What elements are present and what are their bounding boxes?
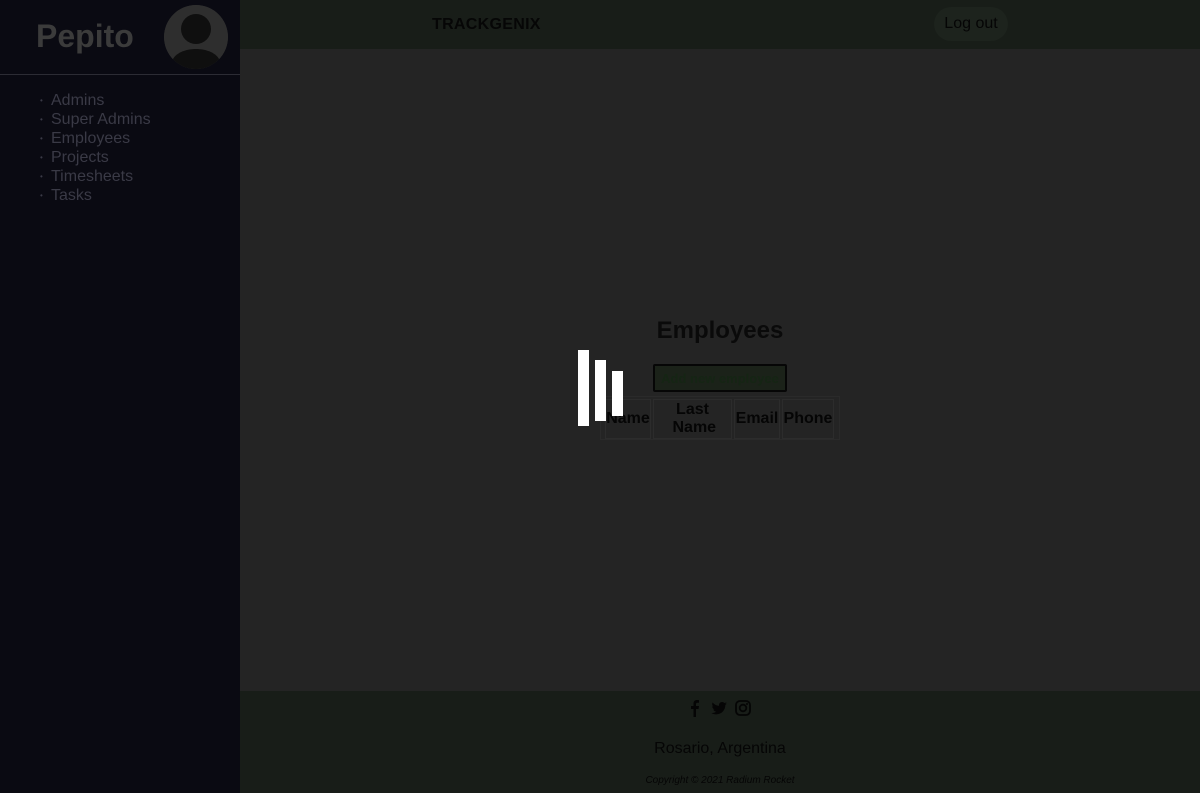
- twitter-icon[interactable]: [711, 699, 727, 717]
- footer: Rosario, Argentina Copyright © 2021 Radi…: [240, 691, 1200, 793]
- page-title: Employees: [656, 317, 784, 344]
- avatar-icon: [164, 5, 228, 69]
- top-header: TRACKGENIX Log out: [240, 0, 1200, 49]
- facebook-icon[interactable]: [687, 699, 703, 717]
- sidebar-item-label: Admins: [51, 92, 105, 109]
- employees-table: Name Last Name Email Phone: [600, 396, 840, 440]
- sidebar-item-projects[interactable]: • Projects: [40, 148, 151, 167]
- brand-logo-text[interactable]: TRACKGENIX: [432, 16, 541, 34]
- sidebar: Pepito • Admins • Super Admins • Employees …: [0, 0, 240, 793]
- sidebar-item-employees[interactable]: • Employees: [40, 129, 151, 148]
- profile-section: Pepito: [0, 0, 240, 75]
- column-header-phone[interactable]: Phone: [782, 399, 834, 439]
- sidebar-item-label: Timesheets: [51, 168, 134, 185]
- loader-bar: [612, 371, 623, 416]
- social-links: [687, 699, 751, 717]
- sidebar-item-tasks[interactable]: • Tasks: [40, 186, 151, 205]
- sidebar-item-timesheets[interactable]: • Timesheets: [40, 167, 151, 186]
- loader-bar: [578, 350, 589, 426]
- username: Pepito: [36, 18, 134, 54]
- column-header-email[interactable]: Email: [734, 399, 780, 439]
- logout-button[interactable]: Log out: [934, 7, 1008, 41]
- sidebar-item-admins[interactable]: • Admins: [40, 91, 151, 110]
- sidebar-item-label: Super Admins: [51, 111, 151, 128]
- sidebar-item-super-admins[interactable]: • Super Admins: [40, 110, 151, 129]
- add-employee-button[interactable]: Add new employee: [653, 364, 787, 392]
- column-header-last-name[interactable]: Last Name: [653, 399, 732, 439]
- table-header-row: Name Last Name Email Phone: [605, 399, 834, 439]
- sidebar-item-label: Tasks: [51, 187, 92, 204]
- loader-bar: [595, 360, 606, 421]
- column-header-last-name-label: Last Name: [672, 401, 717, 436]
- footer-location: Rosario, Argentina: [654, 740, 786, 757]
- sidebar-item-label: Employees: [51, 130, 131, 147]
- footer-copyright: Copyright © 2021 Radium Rocket: [645, 775, 795, 786]
- instagram-icon[interactable]: [735, 699, 751, 717]
- sidebar-nav: • Admins • Super Admins • Employees • Projec…: [40, 91, 151, 205]
- loading-spinner-icon: [578, 350, 624, 428]
- main-content: Employees Add new employee Name Last Nam…: [240, 49, 1200, 691]
- sidebar-item-label: Projects: [51, 149, 109, 166]
